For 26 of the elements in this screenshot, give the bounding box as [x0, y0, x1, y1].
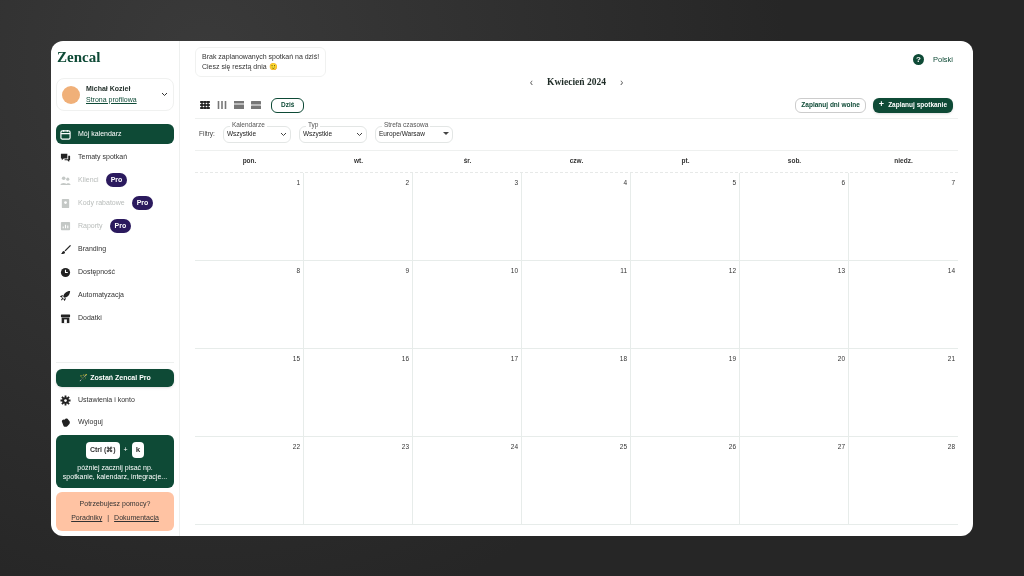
coupon-icon [60, 197, 71, 209]
store-icon [60, 312, 71, 324]
rocket-icon [60, 289, 71, 301]
logo: Zencal [56, 47, 102, 67]
previous-month-button[interactable]: ‹ [529, 74, 534, 90]
rows-view-icon[interactable] [234, 101, 244, 109]
plus-icon: + [878, 98, 885, 112]
brush-icon [60, 243, 71, 255]
grid-view-icon[interactable] [200, 101, 210, 109]
dropdown-icon [355, 131, 363, 137]
help-icon[interactable]: ? [913, 53, 924, 65]
dropdown-icon [442, 132, 449, 136]
people-icon [60, 174, 71, 186]
next-month-button[interactable]: › [619, 74, 624, 90]
chat-bubbles-icon [60, 151, 71, 163]
month-title: Kwiecień 2024 [547, 75, 606, 89]
key: k [131, 442, 145, 459]
settings-icon [60, 394, 71, 406]
clock-icon [60, 266, 71, 278]
list-view-icon[interactable] [251, 101, 261, 109]
chevron-down-icon [161, 92, 168, 97]
calendar-icon [60, 128, 71, 140]
dropdown-icon [279, 131, 287, 137]
columns-view-icon[interactable] [217, 101, 227, 109]
avatar [62, 85, 80, 104]
chart-icon [60, 220, 71, 232]
